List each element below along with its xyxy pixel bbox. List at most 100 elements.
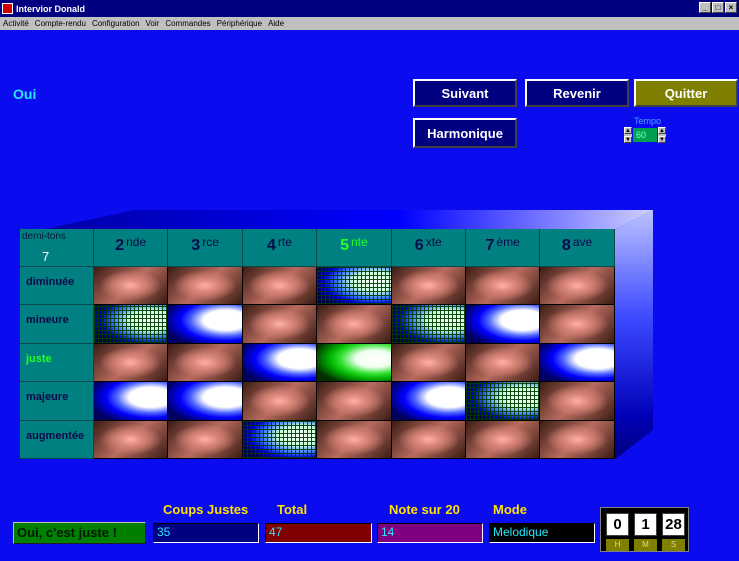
semitones-label: demi-tons: [22, 231, 66, 242]
interval-cell[interactable]: [242, 343, 318, 383]
interval-cell[interactable]: [540, 305, 615, 344]
arrow-up-icon[interactable]: ▲: [624, 127, 632, 134]
tempo-control: ▲ ▼ 60 ▲ ▼: [624, 127, 666, 143]
interval-cell[interactable]: [391, 267, 466, 306]
interval-cell[interactable]: [391, 420, 466, 459]
window-controls: _ □ ×: [699, 2, 737, 13]
timer-minutes: 1: [634, 513, 657, 536]
interval-cell[interactable]: [391, 305, 466, 344]
note-field: 14: [377, 523, 483, 543]
menu-peripherique[interactable]: Périphérique: [217, 19, 262, 28]
interval-cell[interactable]: [540, 343, 615, 383]
row-header-mineure[interactable]: mineure: [20, 305, 94, 344]
column-header-3rce[interactable]: 3 rce: [168, 229, 243, 267]
column-suffix: rte: [277, 235, 292, 249]
app-icon: [2, 3, 13, 14]
column-suffix: xte: [425, 235, 442, 249]
column-number: 2: [115, 237, 125, 254]
quit-button[interactable]: Quitter: [634, 79, 738, 107]
interval-cell[interactable]: [540, 267, 615, 306]
minimize-button[interactable]: _: [699, 2, 711, 13]
coups-justes-label: Coups Justes: [163, 502, 249, 517]
column-header-6xte[interactable]: 6 xte: [391, 229, 466, 267]
interval-cell[interactable]: [242, 382, 318, 421]
timer-seconds: 28: [662, 513, 685, 536]
tempo-label: Tempo: [634, 116, 662, 126]
column-header-8ave[interactable]: 8 ave: [540, 229, 615, 267]
maximize-button[interactable]: □: [712, 2, 724, 13]
interval-cell[interactable]: [465, 305, 541, 344]
interval-cell[interactable]: [317, 343, 392, 383]
interval-cell[interactable]: [168, 267, 243, 306]
arrow-down-icon[interactable]: ▼: [624, 136, 632, 143]
row-header-diminuée[interactable]: diminuée: [20, 267, 94, 306]
tempo-value[interactable]: 60: [633, 128, 657, 142]
interval-cell[interactable]: [465, 420, 541, 459]
interval-grid: demi-tons 7 2 nde 3 rce 4 rte 5 nte 6 xte 7 ème 8 ave…: [20, 229, 615, 459]
interval-cell[interactable]: [94, 382, 169, 421]
timer-hours: 0: [606, 513, 629, 536]
answer-status: Oui: [13, 86, 37, 102]
interval-cell[interactable]: [94, 305, 169, 344]
title-bar: Intervior Donald _ □ ×: [0, 0, 739, 17]
interval-cell[interactable]: [317, 305, 392, 344]
board-3d-side: [614, 210, 653, 460]
interval-cell[interactable]: [391, 343, 466, 383]
interval-cell[interactable]: [317, 267, 392, 306]
row-header-juste[interactable]: juste: [20, 343, 94, 383]
semitones-value: 7: [42, 249, 50, 264]
timer: 0 1 28 H M S: [600, 507, 689, 552]
interval-cell[interactable]: [465, 267, 541, 306]
menu-bar: Activité Compte-rendu Configuration Voir…: [0, 17, 739, 30]
menu-aide[interactable]: Aide: [268, 19, 284, 28]
interval-cell[interactable]: [465, 343, 541, 383]
column-number: 6: [414, 237, 424, 254]
interval-cell[interactable]: [465, 382, 541, 421]
interval-cell[interactable]: [540, 382, 615, 421]
interval-cell[interactable]: [168, 343, 243, 383]
column-header-7ème[interactable]: 7 ème: [465, 229, 541, 267]
column-header-5nte[interactable]: 5 nte: [317, 229, 392, 267]
menu-compte-rendu[interactable]: Compte-rendu: [35, 19, 86, 28]
interval-cell[interactable]: [391, 382, 466, 421]
interval-cell[interactable]: [168, 382, 243, 421]
column-header-2nde[interactable]: 2 nde: [94, 229, 169, 267]
close-button[interactable]: ×: [725, 2, 737, 13]
menu-configuration[interactable]: Configuration: [92, 19, 140, 28]
back-button[interactable]: Revenir: [525, 79, 629, 107]
next-button[interactable]: Suivant: [413, 79, 517, 107]
tempo-spinner-right[interactable]: ▲ ▼: [658, 127, 666, 143]
column-number: 8: [561, 237, 571, 254]
column-number: 7: [485, 237, 495, 254]
tempo-spinner-left[interactable]: ▲ ▼: [624, 127, 632, 143]
interval-cell[interactable]: [168, 305, 243, 344]
interval-cell[interactable]: [317, 420, 392, 459]
interval-cell[interactable]: [168, 420, 243, 459]
interval-cell[interactable]: [540, 420, 615, 459]
interval-cell[interactable]: [94, 420, 169, 459]
board-3d-top: [40, 210, 653, 230]
arrow-down-icon[interactable]: ▼: [658, 136, 666, 143]
harmonic-button[interactable]: Harmonique: [413, 118, 517, 148]
interval-cell[interactable]: [317, 382, 392, 421]
interval-cell[interactable]: [94, 343, 169, 383]
menu-voir[interactable]: Voir: [146, 19, 160, 28]
column-number: 4: [267, 237, 276, 254]
column-suffix: ave: [572, 235, 593, 249]
arrow-up-icon[interactable]: ▲: [658, 127, 666, 134]
column-suffix: nte: [350, 235, 368, 249]
menu-activite[interactable]: Activité: [3, 19, 29, 28]
column-number: 3: [191, 237, 201, 254]
interval-cell[interactable]: [242, 420, 318, 459]
column-header-4rte[interactable]: 4 rte: [242, 229, 318, 267]
total-label: Total: [277, 502, 308, 517]
column-suffix: ème: [496, 235, 520, 249]
row-header-majeure[interactable]: majeure: [20, 382, 94, 421]
interval-cell[interactable]: [94, 267, 169, 306]
row-header-augmentée[interactable]: augmentée: [20, 420, 94, 459]
interval-cell[interactable]: [242, 305, 318, 344]
interval-cell[interactable]: [242, 267, 318, 306]
note-label: Note sur 20: [389, 502, 460, 517]
menu-commandes[interactable]: Commandes: [165, 19, 210, 28]
window-title: Intervior Donald: [16, 3, 86, 14]
